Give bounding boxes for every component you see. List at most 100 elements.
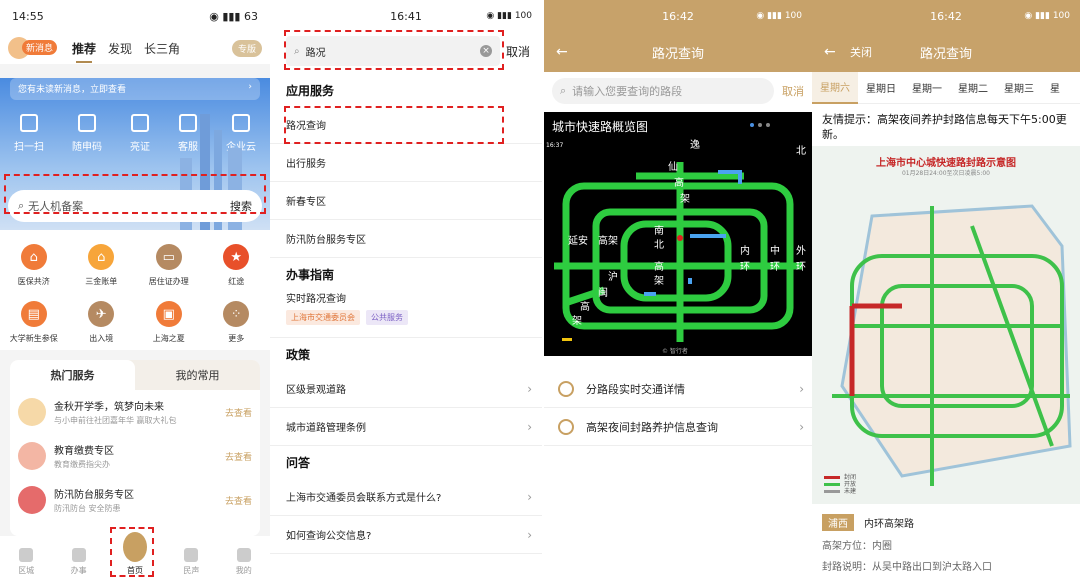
back-arrow-icon[interactable]: ← xyxy=(824,44,836,60)
list-item[interactable]: 金秋开学季，筑梦向未来 与小申前往社团嘉年华 赢取大礼包 去查看 xyxy=(10,390,260,434)
service-residence[interactable]: ▭ 居住证办理 xyxy=(135,244,203,287)
result-label: 新春专区 xyxy=(286,197,326,208)
segment-traffic-row[interactable]: 分路段实时交通详情 › xyxy=(544,370,812,408)
row-label: 分路段实时交通详情 xyxy=(586,382,685,396)
closure-info-screen: 16:42 ◉ ▮▮▮ 100 ← 关闭 路况查询 星期六 星期日 星期一 星期二… xyxy=(812,0,1080,580)
list-item[interactable]: 教育缴费专区 教育缴费指尖办 去查看 xyxy=(10,434,260,478)
search-results-screen: 16:41 ◉ ▮▮▮ 100 ⌕ 路况 × 取消 应用服务 路况查询 出行服务 … xyxy=(270,0,542,580)
edition-pill[interactable]: 专版 xyxy=(231,40,262,57)
search-button[interactable]: 搜索 xyxy=(230,198,252,214)
service-summer[interactable]: ▣ 上海之夏 xyxy=(135,301,203,344)
expressway-map[interactable]: 城市快速路概览图 16:37 逸 仙 高 架 延安 高架 南 北 高 架 内 环… xyxy=(544,112,812,356)
result-travel[interactable]: 出行服务 xyxy=(270,144,542,182)
qa-label: 如何查询公交信息? xyxy=(286,531,372,542)
cancel-button[interactable]: 取消 xyxy=(782,83,804,99)
tab-sunday[interactable]: 星期日 xyxy=(858,72,904,104)
search-value: 路况 xyxy=(305,47,326,59)
map-timestamp: 16:37 xyxy=(546,142,564,149)
map-label: 仙 xyxy=(668,162,678,173)
tab-yangtze-delta[interactable]: 长三角 xyxy=(144,40,180,57)
back-arrow-icon[interactable]: ← xyxy=(556,44,568,60)
tab-home[interactable]: 首页 xyxy=(122,532,147,576)
clear-icon[interactable]: × xyxy=(480,45,492,57)
service-medical[interactable]: ⌂ 医保共济 xyxy=(0,244,68,287)
view-link[interactable]: 去查看 xyxy=(225,406,252,419)
search-row: ⌕ 路况 × 取消 xyxy=(270,32,542,66)
service-red-tour[interactable]: ★ 红途 xyxy=(203,244,271,287)
closure-map[interactable]: 上海市中心城快速路封路示意图 01月28日24:00至次日凌晨5:00 封闭 开… xyxy=(812,146,1080,504)
service-exit-entry[interactable]: ✈ 出入境 xyxy=(68,301,136,344)
night-closure-row[interactable]: 高架夜间封路养护信息查询 › xyxy=(544,408,812,446)
tab-tuesday[interactable]: 星期二 xyxy=(950,72,996,104)
search-input[interactable]: ⌕ 路况 × xyxy=(286,36,500,66)
view-link[interactable]: 去查看 xyxy=(225,494,252,507)
tab-monday[interactable]: 星期一 xyxy=(904,72,950,104)
item-title: 教育缴费专区 xyxy=(54,446,114,457)
chevron-right-icon: › xyxy=(527,527,532,542)
map-label: 内 xyxy=(740,246,750,257)
map-label: 架 xyxy=(680,194,690,205)
map-label: 高架 xyxy=(598,236,618,247)
road-search-input[interactable]: ⌕ 请输入您要查询的路段 xyxy=(552,78,774,104)
affairs-icon xyxy=(71,548,86,562)
tab-thursday[interactable]: 星 xyxy=(1042,72,1068,104)
map-title: 城市快速路概览图 xyxy=(552,120,649,134)
item-subtitle: 防汛防台 安全防患 xyxy=(54,504,121,513)
new-message-badge[interactable]: 新消息 xyxy=(22,40,58,55)
policy-label: 城市道路管理条例 xyxy=(286,423,366,434)
medical-icon: ⌂ xyxy=(20,244,47,270)
tab-affairs[interactable]: 办事 xyxy=(71,548,87,576)
status-bar: 16:41 ◉ ▮▮▮ 100 xyxy=(270,0,542,32)
policy-item[interactable]: 城市道路管理条例 › xyxy=(270,408,542,446)
battery-indicator: ◉ ▮▮▮ 100 xyxy=(1024,11,1070,21)
map-label: 高 xyxy=(580,302,590,313)
chevron-right-icon: › xyxy=(799,419,804,434)
result-spring[interactable]: 新春专区 xyxy=(270,182,542,220)
search-row: ⌕ 请输入您要查询的路段 取消 xyxy=(544,72,812,110)
policy-item[interactable]: 区级景观道路 › xyxy=(270,370,542,408)
map-label: 外 xyxy=(796,246,806,257)
document-icon: ▤ xyxy=(20,301,47,327)
tab-district[interactable]: 区城 xyxy=(18,548,34,576)
service-student-insurance[interactable]: ▤ 大学新生参保 xyxy=(0,301,68,344)
map-label: 高 xyxy=(654,262,664,273)
battery-indicator: ◉ ▮▮▮ 63 xyxy=(209,9,258,23)
description-label: 封路说明： xyxy=(822,562,872,573)
tab-mine[interactable]: 我的 xyxy=(236,548,252,576)
route-name: 内环高架路 xyxy=(864,519,914,530)
card-icon: ▭ xyxy=(155,244,182,270)
list-item[interactable]: 防汛防台服务专区 防汛防台 安全防患 去查看 xyxy=(10,478,260,522)
cancel-button[interactable]: 取消 xyxy=(506,43,530,60)
voice-icon xyxy=(184,548,199,562)
service-more[interactable]: ⁘ 更多 xyxy=(203,301,271,344)
view-link[interactable]: 去查看 xyxy=(225,450,252,463)
home-search-bar[interactable]: ⌕ 无人机备案 搜索 xyxy=(8,190,262,222)
tab-recommend[interactable]: 推荐 xyxy=(72,40,96,63)
qa-item[interactable]: 上海市交通委员会联系方式是什么? › xyxy=(270,478,542,516)
weekday-tabs: 星期六 星期日 星期一 星期二 星期三 星 xyxy=(812,71,1080,104)
map-label: 中 xyxy=(770,246,780,257)
direction-value: 内圈 xyxy=(872,541,892,552)
qa-item[interactable]: 如何查询公交信息? › xyxy=(270,516,542,554)
tab-label: 我的 xyxy=(235,566,252,575)
search-icon: ⌕ xyxy=(294,45,300,57)
tab-saturday[interactable]: 星期六 xyxy=(812,71,858,104)
result-road-query[interactable]: 路况查询 xyxy=(270,106,542,144)
tab-discover[interactable]: 发现 xyxy=(108,40,132,57)
tab-voice[interactable]: 民声 xyxy=(183,548,199,576)
tab-hot-services[interactable]: 热门服务 xyxy=(10,360,135,390)
star-icon: ★ xyxy=(223,244,250,270)
close-button[interactable]: 关闭 xyxy=(850,44,872,60)
guide-item[interactable]: 实时路况查询 上海市交通委员会 公共服务 xyxy=(270,290,542,338)
tab-my-favorites[interactable]: 我的常用 xyxy=(135,360,260,390)
service-funds[interactable]: ⌂ 三金账单 xyxy=(68,244,136,287)
result-flood[interactable]: 防汛防台服务专区 xyxy=(270,220,542,258)
home-icon xyxy=(122,532,147,562)
header: 16:42 ◉ ▮▮▮ 100 ← 路况查询 xyxy=(544,0,812,72)
road-closed-icon xyxy=(558,418,574,435)
chevron-right-icon: › xyxy=(527,489,532,504)
map-label: 北 xyxy=(654,240,664,251)
tab-wednesday[interactable]: 星期三 xyxy=(996,72,1042,104)
hot-services-card: 热门服务 我的常用 金秋开学季，筑梦向未来 与小申前往社团嘉年华 赢取大礼包 去查看… xyxy=(10,360,260,536)
service-label: 大学新生参保 xyxy=(9,334,58,343)
